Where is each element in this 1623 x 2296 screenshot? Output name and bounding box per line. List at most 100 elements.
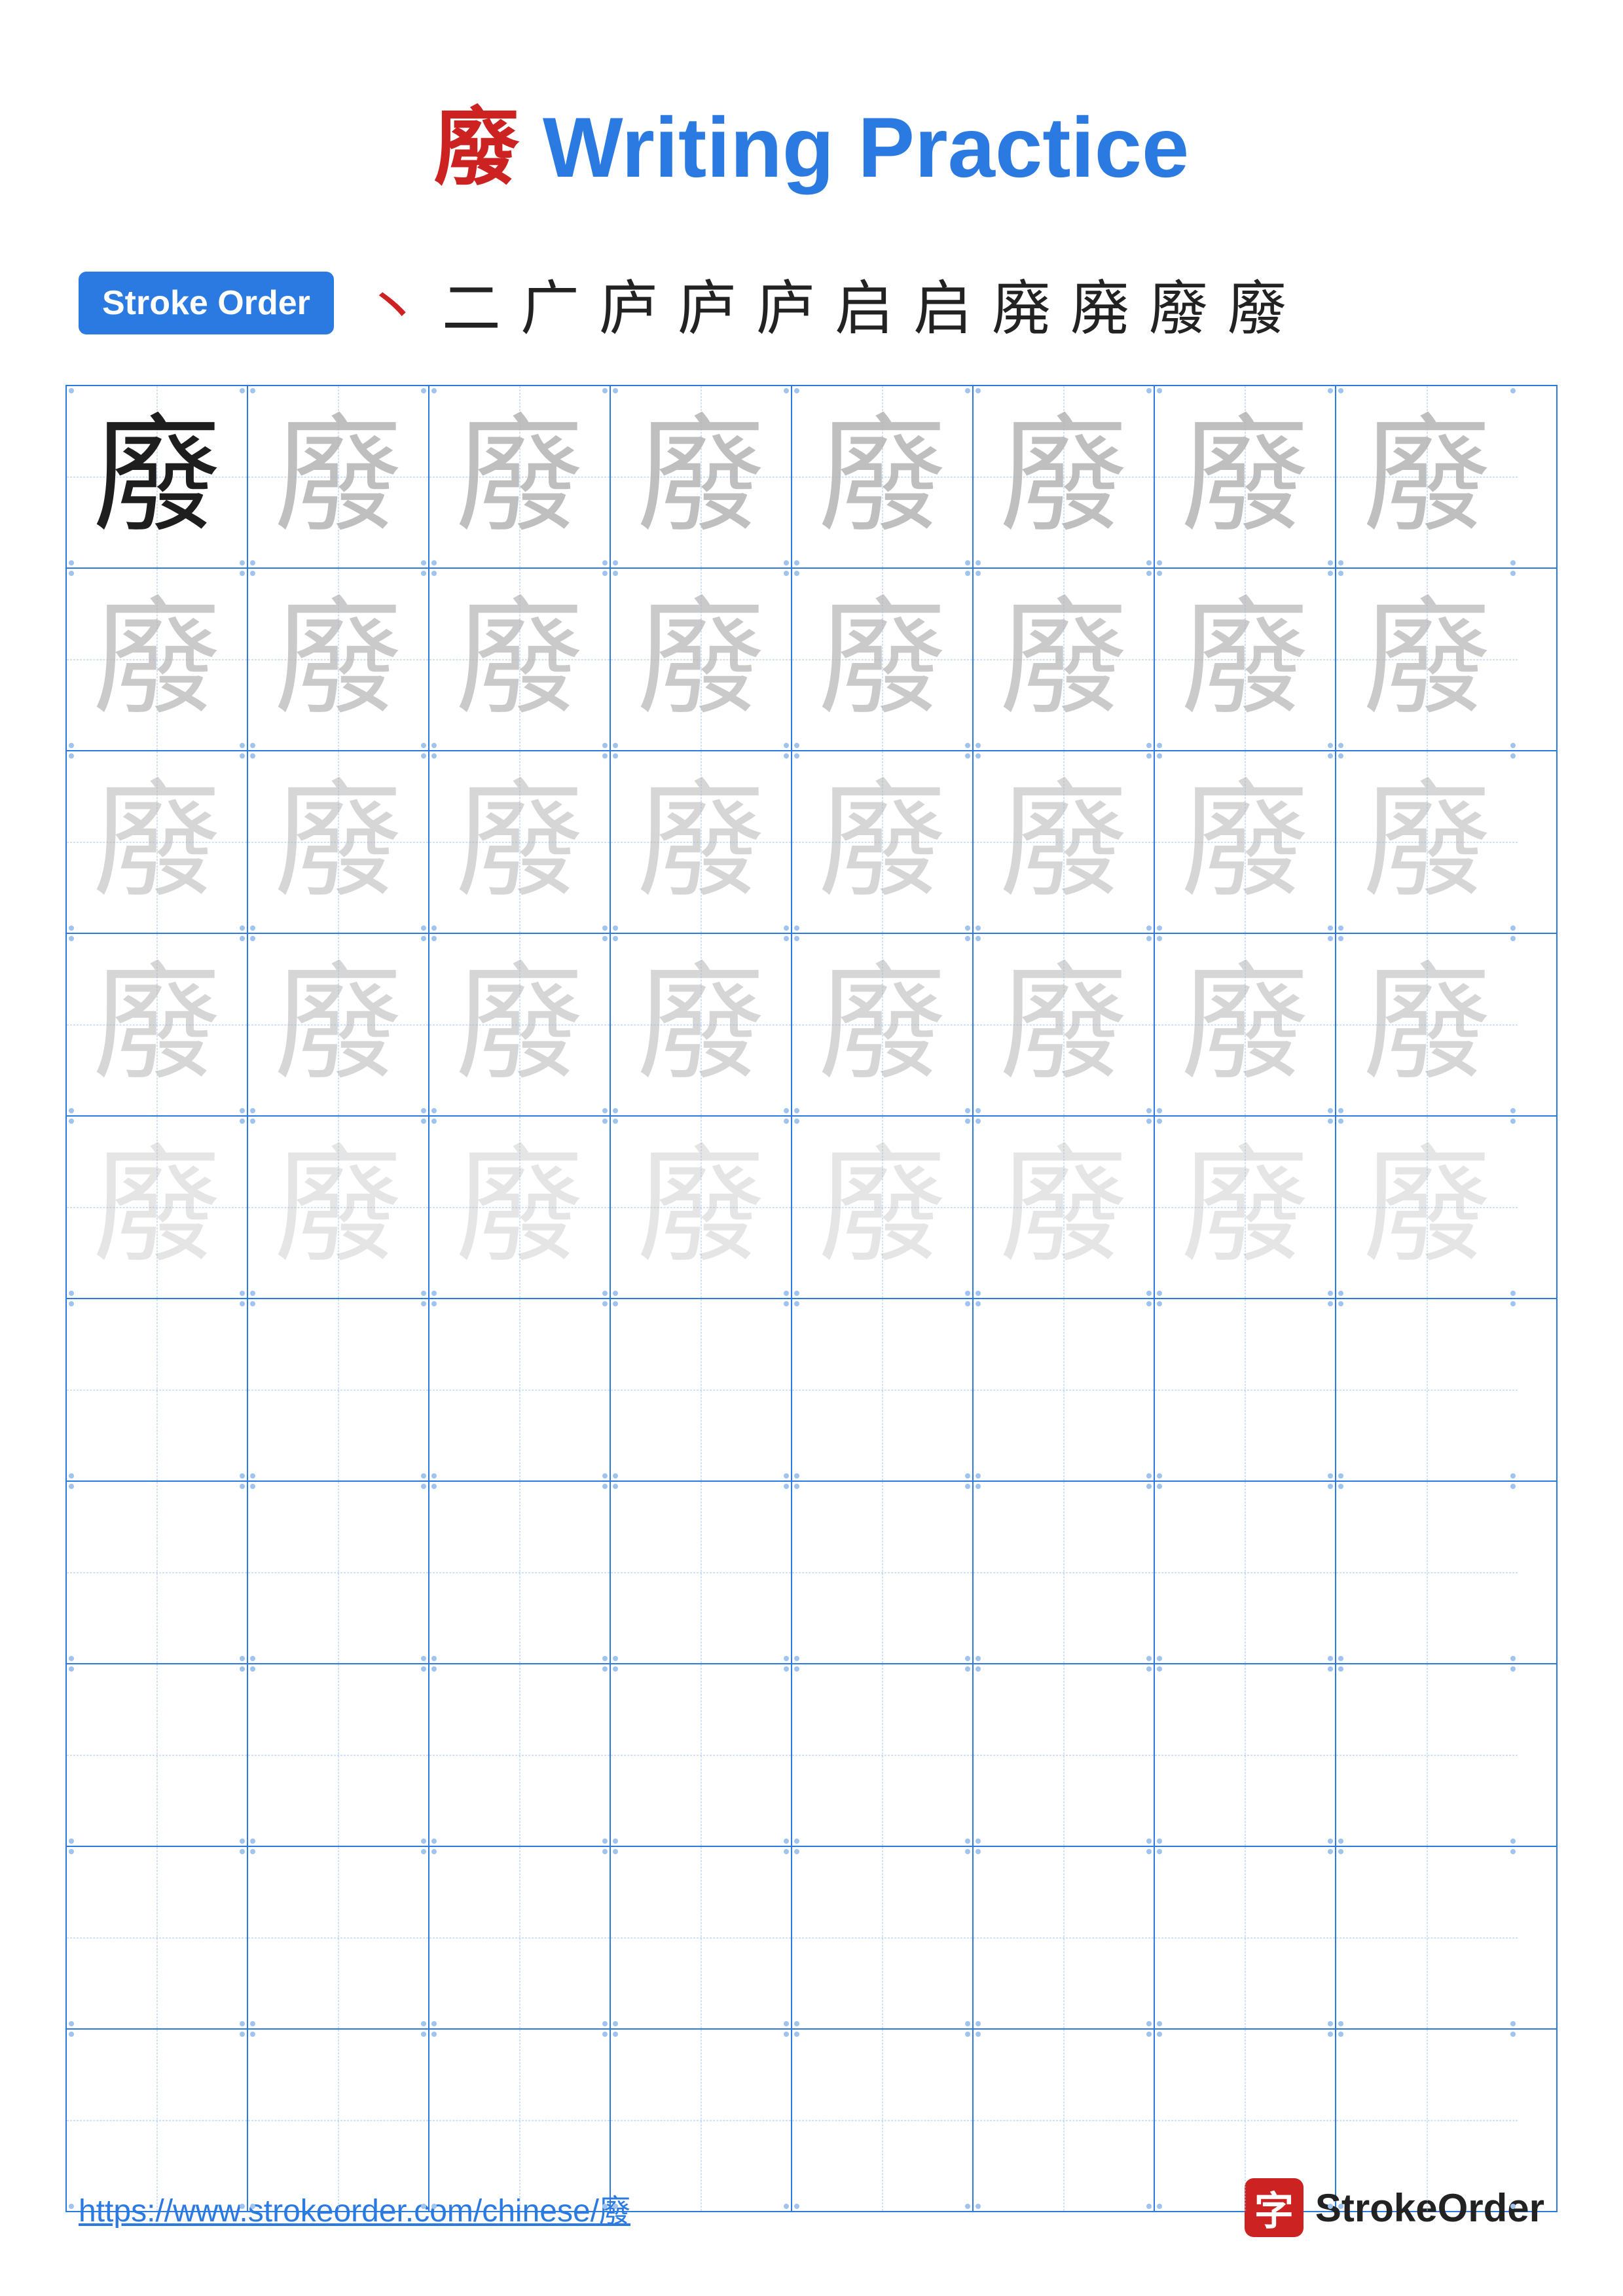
- grid-cell-1-3[interactable]: 廢: [429, 386, 611, 567]
- grid-cell-7-6[interactable]: [974, 1482, 1155, 1663]
- grid-cell-2-4[interactable]: 廢: [611, 569, 792, 750]
- grid-cell-5-7[interactable]: 廢: [1155, 1117, 1336, 1298]
- grid-cell-1-6[interactable]: 廢: [974, 386, 1155, 567]
- grid-cell-2-8[interactable]: 廢: [1336, 569, 1518, 750]
- grid-cell-2-6[interactable]: 廢: [974, 569, 1155, 750]
- grid-cell-8-3[interactable]: [429, 1664, 611, 1846]
- logo-text: StrokeOrder: [1315, 2185, 1544, 2231]
- stroke-2: 二: [432, 260, 511, 346]
- practice-char: 廢: [1363, 961, 1491, 1088]
- grid-cell-6-8[interactable]: [1336, 1299, 1518, 1480]
- title-chinese-char: 廢: [434, 101, 519, 196]
- practice-char: 廢: [1181, 961, 1309, 1088]
- grid-cell-4-1[interactable]: 廢: [67, 934, 248, 1115]
- grid-cell-1-8[interactable]: 廢: [1336, 386, 1518, 567]
- grid-cell-7-8[interactable]: [1336, 1482, 1518, 1663]
- grid-cell-8-5[interactable]: [792, 1664, 974, 1846]
- practice-char: 廢: [818, 961, 946, 1088]
- title-suffix: Writing Practice: [519, 99, 1189, 195]
- grid-cell-8-2[interactable]: [248, 1664, 429, 1846]
- grid-cell-8-7[interactable]: [1155, 1664, 1336, 1846]
- practice-char: 廢: [274, 413, 402, 541]
- grid-cell-1-4[interactable]: 廢: [611, 386, 792, 567]
- practice-char: 廢: [818, 596, 946, 723]
- grid-cell-5-4[interactable]: 廢: [611, 1117, 792, 1298]
- practice-char: 廢: [1363, 413, 1491, 541]
- grid-cell-3-3[interactable]: 廢: [429, 751, 611, 933]
- grid-cell-4-5[interactable]: 廢: [792, 934, 974, 1115]
- grid-cell-4-8[interactable]: 廢: [1336, 934, 1518, 1115]
- grid-cell-2-1[interactable]: 廢: [67, 569, 248, 750]
- grid-cell-1-1[interactable]: 廢: [67, 386, 248, 567]
- grid-cell-6-6[interactable]: [974, 1299, 1155, 1480]
- practice-char: 廢: [637, 413, 765, 541]
- grid-cell-6-1[interactable]: [67, 1299, 248, 1480]
- grid-cell-5-1[interactable]: 廢: [67, 1117, 248, 1298]
- grid-cell-4-4[interactable]: 廢: [611, 934, 792, 1115]
- practice-char: 廢: [93, 596, 221, 723]
- grid-cell-9-2[interactable]: [248, 1847, 429, 2028]
- grid-cell-8-6[interactable]: [974, 1664, 1155, 1846]
- grid-cell-9-6[interactable]: [974, 1847, 1155, 2028]
- grid-cell-5-6[interactable]: 廢: [974, 1117, 1155, 1298]
- grid-cell-7-5[interactable]: [792, 1482, 974, 1663]
- stroke-4: 庐: [589, 260, 668, 346]
- grid-row-7: [67, 1482, 1556, 1664]
- grid-cell-3-2[interactable]: 廢: [248, 751, 429, 933]
- practice-char: 廢: [1000, 1143, 1127, 1271]
- grid-cell-1-2[interactable]: 廢: [248, 386, 429, 567]
- grid-cell-9-1[interactable]: [67, 1847, 248, 2028]
- grid-cell-2-5[interactable]: 廢: [792, 569, 974, 750]
- grid-cell-4-7[interactable]: 廢: [1155, 934, 1336, 1115]
- grid-cell-9-5[interactable]: [792, 1847, 974, 2028]
- grid-cell-6-4[interactable]: [611, 1299, 792, 1480]
- grid-cell-6-5[interactable]: [792, 1299, 974, 1480]
- grid-cell-7-7[interactable]: [1155, 1482, 1336, 1663]
- grid-cell-3-5[interactable]: 廢: [792, 751, 974, 933]
- grid-cell-6-2[interactable]: [248, 1299, 429, 1480]
- grid-cell-8-1[interactable]: [67, 1664, 248, 1846]
- grid-cell-9-7[interactable]: [1155, 1847, 1336, 2028]
- grid-cell-9-4[interactable]: [611, 1847, 792, 2028]
- grid-cell-8-4[interactable]: [611, 1664, 792, 1846]
- grid-cell-2-2[interactable]: 廢: [248, 569, 429, 750]
- practice-char: 廢: [93, 778, 221, 906]
- practice-char: 廢: [1181, 1143, 1309, 1271]
- grid-cell-3-7[interactable]: 廢: [1155, 751, 1336, 933]
- grid-cell-3-1[interactable]: 廢: [67, 751, 248, 933]
- grid-cell-2-7[interactable]: 廢: [1155, 569, 1336, 750]
- grid-cell-9-3[interactable]: [429, 1847, 611, 2028]
- practice-char: 廢: [274, 596, 402, 723]
- grid-cell-9-8[interactable]: [1336, 1847, 1518, 2028]
- grid-cell-3-6[interactable]: 廢: [974, 751, 1155, 933]
- footer-url[interactable]: https://www.strokeorder.com/chinese/廢: [79, 2185, 630, 2231]
- practice-char: 廢: [818, 1143, 946, 1271]
- stroke-10: 廃: [1061, 260, 1139, 346]
- grid-cell-3-4[interactable]: 廢: [611, 751, 792, 933]
- grid-cell-3-8[interactable]: 廢: [1336, 751, 1518, 933]
- grid-cell-7-3[interactable]: [429, 1482, 611, 1663]
- grid-cell-4-3[interactable]: 廢: [429, 934, 611, 1115]
- grid-cell-2-3[interactable]: 廢: [429, 569, 611, 750]
- grid-cell-1-7[interactable]: 廢: [1155, 386, 1336, 567]
- grid-cell-4-2[interactable]: 廢: [248, 934, 429, 1115]
- grid-cell-7-4[interactable]: [611, 1482, 792, 1663]
- grid-cell-7-1[interactable]: [67, 1482, 248, 1663]
- grid-cell-7-2[interactable]: [248, 1482, 429, 1663]
- grid-cell-5-2[interactable]: 廢: [248, 1117, 429, 1298]
- stroke-8: 启: [903, 260, 982, 346]
- stroke-order-row: Stroke Order 丶 二 广 庐 庐 庐 启 启 廃 廃 廢 廢: [0, 241, 1623, 372]
- grid-cell-6-7[interactable]: [1155, 1299, 1336, 1480]
- grid-cell-4-6[interactable]: 廢: [974, 934, 1155, 1115]
- stroke-order-badge: Stroke Order: [79, 272, 334, 334]
- grid-cell-5-8[interactable]: 廢: [1336, 1117, 1518, 1298]
- grid-cell-6-3[interactable]: [429, 1299, 611, 1480]
- practice-char: 廢: [274, 961, 402, 1088]
- grid-cell-5-5[interactable]: 廢: [792, 1117, 974, 1298]
- grid-cell-1-5[interactable]: 廢: [792, 386, 974, 567]
- practice-char: 廢: [456, 1143, 583, 1271]
- grid-cell-5-3[interactable]: 廢: [429, 1117, 611, 1298]
- grid-cell-8-8[interactable]: [1336, 1664, 1518, 1846]
- practice-char: 廢: [637, 596, 765, 723]
- practice-char: 廢: [1181, 596, 1309, 723]
